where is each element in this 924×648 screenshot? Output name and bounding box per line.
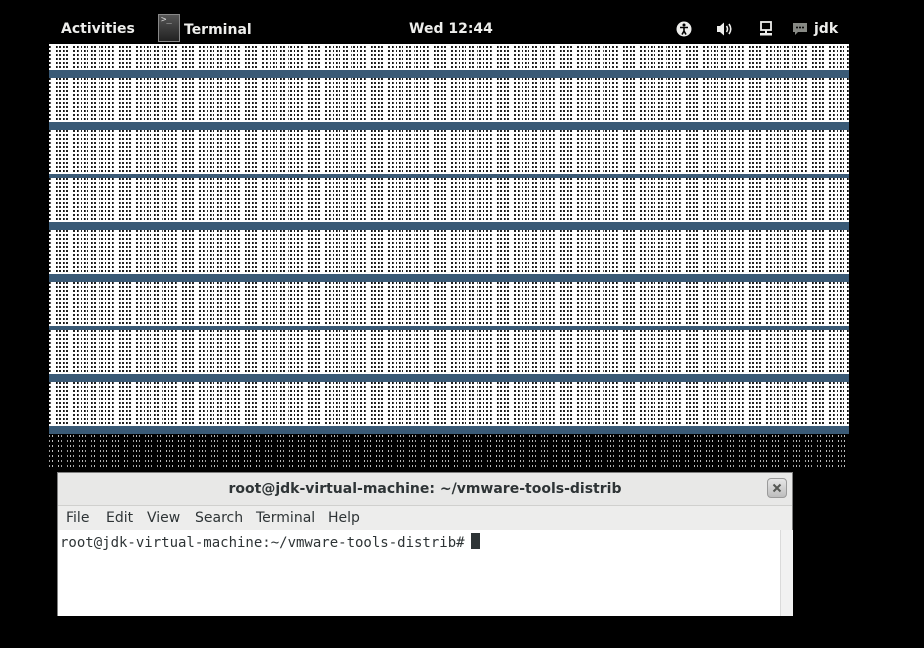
shell-prompt: root@jdk-virtual-machine:~/vmware-tools-… bbox=[60, 535, 465, 551]
garbled-text-band bbox=[49, 382, 849, 426]
garbled-text-band bbox=[49, 282, 849, 326]
garbled-text-band bbox=[49, 130, 849, 174]
close-icon bbox=[772, 483, 782, 493]
garbled-separator bbox=[49, 426, 849, 434]
scrollbar[interactable] bbox=[780, 530, 793, 616]
menu-bar: File Edit View Search Terminal Help bbox=[58, 506, 792, 530]
terminal-window[interactable]: root@jdk-virtual-machine: ~/vmware-tools… bbox=[57, 472, 793, 616]
user-name: jdk bbox=[814, 21, 839, 37]
garbled-text-band bbox=[49, 330, 849, 374]
activities-button[interactable]: Activities bbox=[61, 21, 135, 37]
garbled-text-band bbox=[49, 178, 849, 222]
network-icon[interactable] bbox=[756, 20, 776, 38]
user-menu[interactable]: jdk bbox=[792, 21, 838, 37]
chat-icon bbox=[793, 23, 807, 35]
garbled-text-strip bbox=[49, 434, 849, 470]
terminal-icon bbox=[158, 14, 180, 42]
close-button[interactable] bbox=[767, 478, 787, 498]
top-panel: Activities Terminal Wed 12:44 jdk bbox=[0, 0, 924, 42]
terminal-output[interactable]: root@jdk-virtual-machine:~/vmware-tools-… bbox=[58, 530, 792, 616]
prompt-line: root@jdk-virtual-machine:~/vmware-tools-… bbox=[60, 533, 480, 551]
window-title: root@jdk-virtual-machine: ~/vmware-tools… bbox=[228, 481, 622, 497]
garbled-separator bbox=[49, 222, 849, 230]
text-cursor bbox=[470, 533, 480, 549]
menu-edit[interactable]: Edit bbox=[106, 510, 133, 526]
menu-file[interactable]: File bbox=[66, 510, 89, 526]
clock[interactable]: Wed 12:44 bbox=[409, 21, 493, 37]
garbled-separator bbox=[49, 374, 849, 382]
garbled-separator bbox=[49, 122, 849, 130]
volume-icon[interactable] bbox=[715, 20, 735, 38]
garbled-text-band bbox=[49, 78, 849, 122]
app-menu-label: Terminal bbox=[184, 22, 252, 38]
system-tray: jdk bbox=[674, 20, 838, 38]
garbled-text-band bbox=[49, 230, 849, 274]
garbled-separator bbox=[49, 70, 849, 78]
menu-terminal[interactable]: Terminal bbox=[256, 510, 315, 526]
garbled-desktop-area bbox=[49, 44, 849, 434]
window-title-bar[interactable]: root@jdk-virtual-machine: ~/vmware-tools… bbox=[58, 473, 792, 506]
app-menu-button[interactable]: Terminal bbox=[158, 14, 252, 42]
menu-search[interactable]: Search bbox=[195, 510, 243, 526]
menu-help[interactable]: Help bbox=[328, 510, 360, 526]
garbled-separator bbox=[49, 274, 849, 282]
menu-view[interactable]: View bbox=[147, 510, 180, 526]
accessibility-icon[interactable] bbox=[674, 20, 694, 38]
